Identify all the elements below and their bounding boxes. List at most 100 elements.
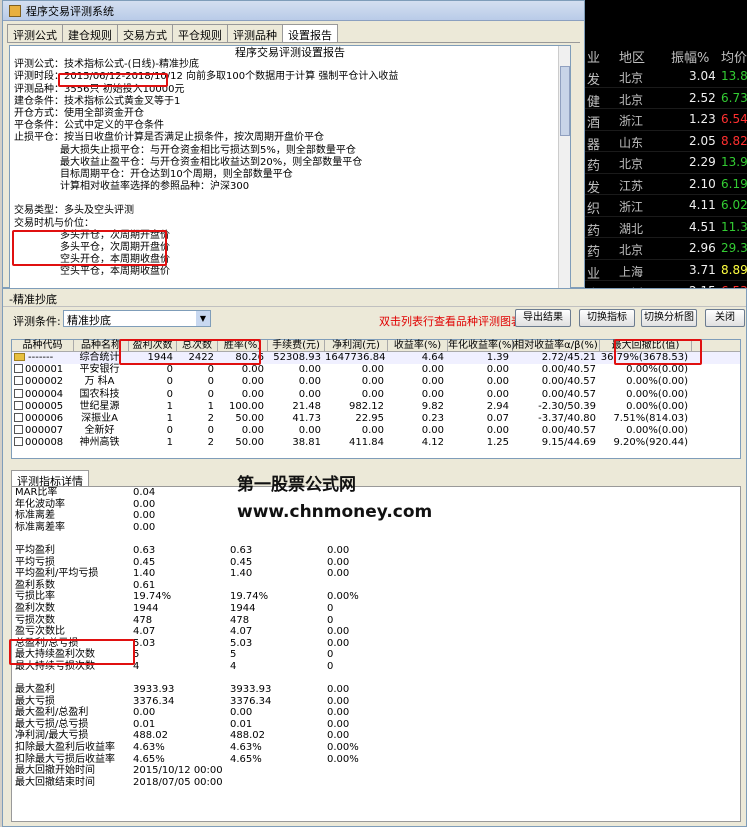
header-region[interactable]: 地区 <box>619 47 645 66</box>
header-industry[interactable]: 业 <box>587 47 600 66</box>
metric-name: 最大盈利 <box>15 684 55 696</box>
tab-instruments[interactable]: 评测品种 <box>227 24 283 42</box>
folder-icon <box>14 353 25 361</box>
grid-cell: 0.00 <box>421 376 444 388</box>
metric-value: 0.00 <box>327 695 350 707</box>
header-avg-price[interactable]: 均价 <box>721 47 747 66</box>
close-button[interactable]: 关闭 <box>705 309 745 327</box>
market-ind: 器 <box>587 137 601 153</box>
tab-detail[interactable]: 评测指标详情 <box>11 470 89 488</box>
list-item: 最大盈利/总盈利 0.00 0.00 0.00 <box>12 707 740 719</box>
grid-col-header[interactable]: 品种代码 <box>12 340 74 351</box>
grid-cell: 4.64 <box>421 352 444 363</box>
table-row[interactable]: 000008 神州高铁 1 2 50.00 38.81 411.84 4.12 1.25 9.15… <box>12 437 740 449</box>
switch-chart-button[interactable]: 切换分析图 <box>641 309 697 327</box>
market-price: 13.93 <box>721 155 747 169</box>
checkbox[interactable] <box>14 412 23 422</box>
report-line: 交易类型：多头及空头评测 <box>14 205 134 217</box>
table-row[interactable]: 000005 世纪星源 1 1 100.00 21.48 982.12 9.82 2.94 -2.… <box>12 400 740 413</box>
market-amp: 3.71 <box>689 262 716 277</box>
checkbox[interactable] <box>14 425 23 435</box>
checkbox[interactable] <box>14 388 23 398</box>
grid-cell: 100.00 <box>229 400 264 412</box>
grid-col-header[interactable]: 净利润(元) <box>325 340 388 351</box>
table-row[interactable]: 000002 万 科A 0 0 0.00 0.00 0.00 0.00 0.00 0.00/40.… <box>12 376 740 388</box>
condition-select[interactable]: 精准抄底 ▼ <box>63 310 211 327</box>
chevron-down-icon[interactable]: ▼ <box>196 311 210 326</box>
list-item: 最大亏损 3376.34 3376.34 0.00 <box>12 696 740 708</box>
scrollbar-thumb[interactable] <box>560 66 570 136</box>
grid-cell: 0.07 <box>486 412 509 424</box>
metric-value: 0.45 <box>230 556 253 568</box>
highlight-ratio <box>9 639 135 665</box>
grid-cell: 0.00%(0.00) <box>626 376 688 388</box>
export-button[interactable]: 导出结果 <box>515 309 571 327</box>
grid-cell: 0.00%(0.00) <box>626 425 688 437</box>
metric-value: 0.63 <box>133 544 156 556</box>
checkbox[interactable] <box>14 400 23 410</box>
table-row[interactable]: 000006 深振业A 1 2 50.00 41.73 22.95 0.23 0.07 -3.37… <box>12 412 740 425</box>
market-row[interactable]: 药 北京 2.96 29.38 <box>585 238 747 260</box>
table-row[interactable]: 000001 平安银行 0 0 0.00 0.00 0.00 0.00 0.00 0.00/40.… <box>12 364 740 376</box>
list-item: 平均盈利/平均亏损 1.40 1.40 0.00 <box>12 568 740 580</box>
grid-cell: -3.37/40.80 <box>538 412 596 424</box>
metric-value: 0.00 <box>133 707 156 719</box>
metric-name: 标准离差 <box>15 510 55 522</box>
tab-settings-report[interactable]: 设置报告 <box>282 24 338 42</box>
tab-close-rule[interactable]: 平仓规则 <box>172 24 228 42</box>
market-row[interactable]: 药 湖北 4.51 11.34 <box>585 217 747 239</box>
grid-cell: 0 <box>166 364 173 376</box>
market-row[interactable]: 健 北京 2.52 6.73 <box>585 88 747 110</box>
switch-indicator-button[interactable]: 切换指标 <box>579 309 635 327</box>
metric-value: 5.03 <box>230 637 253 649</box>
metric-value: 0 <box>327 660 334 672</box>
metric-value: 0.00% <box>327 753 359 765</box>
metric-value: 2015/10/12 00:00 <box>133 765 223 777</box>
header-amplitude[interactable]: 振幅% <box>671 47 709 66</box>
table-row[interactable]: 000004 国农科技 0 0 0.00 0.00 0.00 0.00 0.00 0.00/40.… <box>12 388 740 401</box>
metric-value: 1.40 <box>230 568 253 580</box>
grid-cell: 0.00 <box>486 364 509 376</box>
market-row[interactable]: 器 山东 2.05 8.82 <box>585 131 747 153</box>
grid-col-header[interactable]: 相对收益率α/β(%) <box>513 340 600 351</box>
tab-trade-mode[interactable]: 交易方式 <box>117 24 173 42</box>
tab-open-rule[interactable]: 建仓规则 <box>62 24 118 42</box>
tab-formula[interactable]: 评测公式 <box>7 24 63 42</box>
grid-cell: 0.23 <box>421 412 444 424</box>
grid-cell: 0.00 <box>298 376 321 388</box>
grid-cell: 0.00 <box>421 364 444 376</box>
metric-value: 4.07 <box>230 626 253 638</box>
table-row[interactable]: 000007 全新好 0 0 0.00 0.00 0.00 0.00 0.00 0.00/40.5… <box>12 425 740 437</box>
report-line: 交易时机与价位： <box>14 217 94 229</box>
window-titlebar[interactable]: 程序交易评测系统 <box>3 1 584 21</box>
grid-cell: 38.81 <box>292 437 321 449</box>
market-row[interactable]: 发 江苏 2.10 6.19 <box>585 174 747 196</box>
grid-cell: 0.00 <box>361 388 384 400</box>
market-row[interactable]: 织 浙江 4.11 6.02 <box>585 195 747 217</box>
market-ind: 药 <box>587 245 601 260</box>
market-row[interactable]: 酒 浙江 1.23 6.54 <box>585 109 747 131</box>
grid-col-header[interactable]: 收益率(%) <box>388 340 448 351</box>
metric-name: 扣除最大盈利后收益率 <box>15 742 115 754</box>
market-amp: 2.29 <box>689 155 716 169</box>
report-scrollbar[interactable] <box>558 46 570 288</box>
market-row[interactable]: 发 北京 3.04 13.85 <box>585 66 747 88</box>
market-ind: 酒 <box>587 116 601 131</box>
checkbox[interactable] <box>14 364 23 374</box>
market-row[interactable]: 业 上海 3.71 8.89 <box>585 260 747 282</box>
grid-cell: 0.00 <box>298 388 321 400</box>
grid-col-header[interactable]: 手续费(元) <box>268 340 325 351</box>
grid-cell: 1647736.84 <box>325 352 386 363</box>
grid-cell: 52308.93 <box>273 352 321 363</box>
grid-cell: 神州高铁 <box>79 437 120 449</box>
list-item: 最大亏损/总亏损 0.01 0.01 0.00 <box>12 719 740 731</box>
grid-col-header[interactable]: 年化收益率(%) <box>448 340 515 351</box>
window-title: 程序交易评测系统 <box>26 4 114 18</box>
checkbox[interactable] <box>14 437 23 447</box>
market-row[interactable]: 药 北京 2.29 13.93 <box>585 152 747 174</box>
metric-value: 3933.93 <box>230 684 272 696</box>
checkbox[interactable] <box>14 376 23 386</box>
metric-value: 4.65% <box>230 753 262 765</box>
grid-cell: 0 <box>207 425 214 437</box>
metric-value: 0 <box>327 649 334 661</box>
